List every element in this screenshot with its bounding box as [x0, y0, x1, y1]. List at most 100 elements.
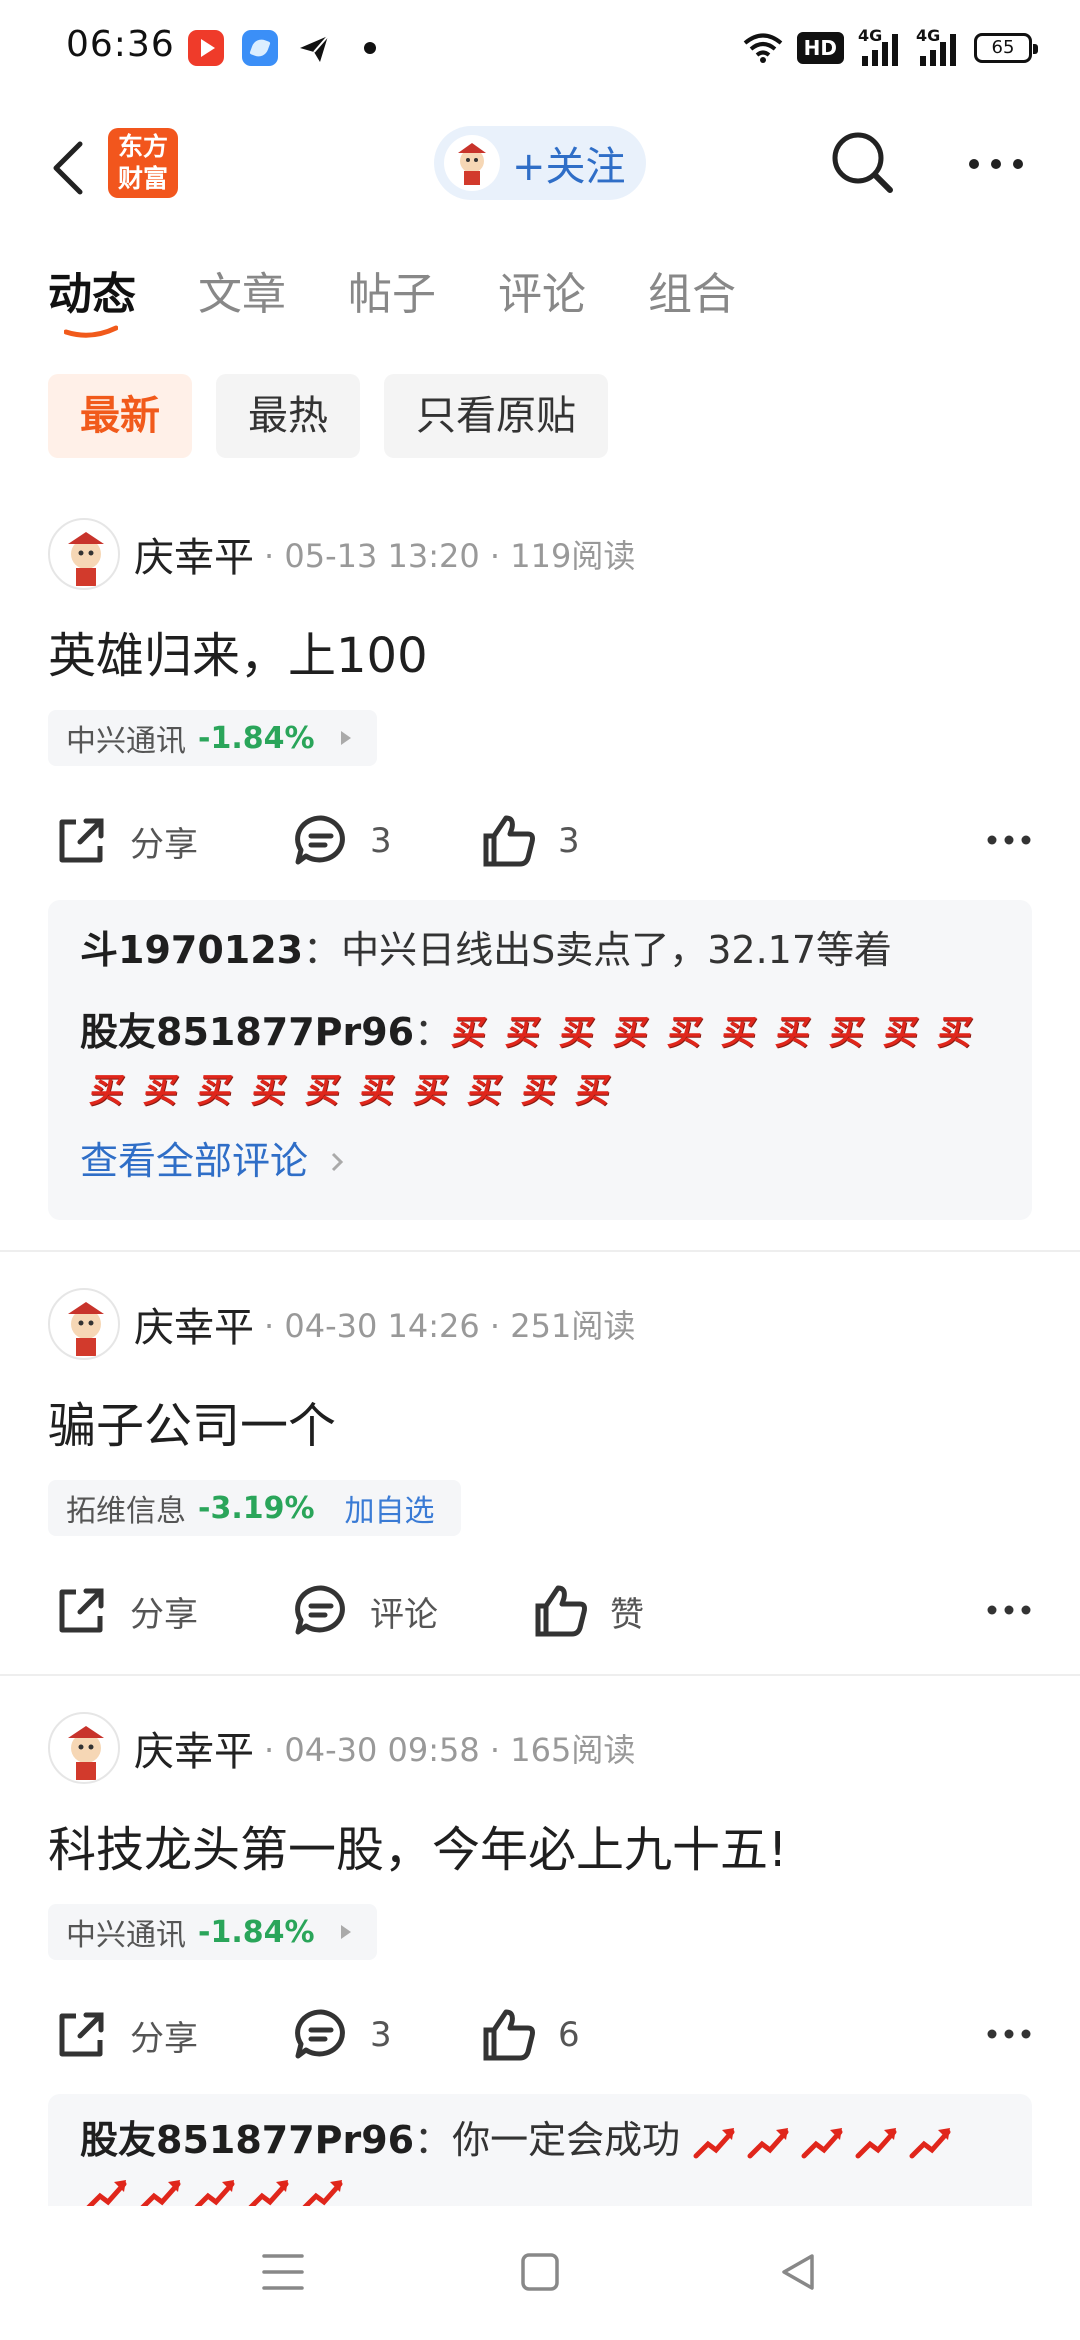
post-meta: · 04-30 14:26 · 251阅读	[264, 1307, 636, 1345]
post-card[interactable]: 庆幸平 · 05-13 13:20 · 119阅读 英雄归来，上100 中兴通讯…	[0, 518, 1080, 1250]
divider	[0, 1250, 1080, 1252]
tab-underline	[64, 325, 118, 338]
post-text[interactable]: 骗子公司一个	[48, 1386, 336, 1456]
tab-dynamic[interactable]: 动态	[48, 258, 136, 338]
like-button[interactable]: 6	[480, 2000, 580, 2070]
avatar	[444, 135, 500, 191]
menu-icon[interactable]	[262, 2250, 304, 2294]
comment-user[interactable]: 股友851877Pr96	[80, 2118, 414, 2162]
buy-sticker-icon: 买	[557, 1013, 597, 1053]
comment-preview[interactable]: 股友851877Pr96：你一定会成功	[48, 2094, 1032, 2206]
share-button[interactable]: 分享	[52, 1576, 198, 1646]
post-card[interactable]: 庆幸平 · 04-30 14:26 · 251阅读 骗子公司一个 拓维信息 -3…	[0, 1288, 1080, 1668]
stock-change: -1.84%	[198, 720, 315, 756]
avatar[interactable]	[48, 1712, 120, 1784]
paper-plane-icon	[296, 30, 332, 66]
share-button[interactable]: 分享	[52, 2000, 198, 2070]
like-button[interactable]: 赞	[532, 1576, 644, 1646]
buy-sticker-icon: 买	[503, 1013, 543, 1053]
comment-preview[interactable]: 斗1970123：中兴日线出S卖点了，32.17等着 股友851877Pr96：…	[48, 900, 1032, 1220]
chevron-right-icon	[340, 1925, 351, 1939]
emoji-row: 买买买买买买买买买买	[84, 1068, 616, 1114]
comment-button[interactable]: 3	[292, 2000, 392, 2070]
stock-name: 中兴通讯	[66, 724, 186, 759]
author-name[interactable]: 庆幸平	[134, 1719, 254, 1777]
like-icon	[535, 1585, 587, 1637]
back-triangle-icon[interactable]	[778, 2250, 818, 2294]
wifi-icon	[743, 33, 782, 63]
comment-2: 股友851877Pr96：	[80, 1004, 452, 1060]
filter-latest[interactable]: 最新	[48, 374, 192, 458]
post-actions: 分享 评论 赞	[0, 1576, 1080, 1646]
comment-button[interactable]: 评论	[292, 1576, 438, 1646]
share-icon	[59, 818, 104, 863]
buy-sticker-icon: 买	[141, 1071, 181, 1111]
status-bar: 06:36 HD 4G 4G 65	[0, 0, 1080, 100]
back-icon[interactable]	[46, 140, 92, 196]
buy-sticker-icon: 买	[465, 1071, 505, 1111]
share-icon	[59, 2012, 104, 2057]
follow-button[interactable]: +关注	[434, 126, 646, 200]
buy-sticker-icon: 买	[411, 1071, 451, 1111]
comment-user[interactable]: 斗1970123	[80, 928, 303, 972]
comment-user[interactable]: 股友851877Pr96	[80, 1010, 414, 1054]
comment-icon	[295, 1585, 345, 1635]
tab-bar: 动态 文章 帖子 评论 组合	[48, 258, 736, 338]
buy-sticker-icon: 买	[87, 1071, 127, 1111]
trend-up-icon	[140, 2180, 181, 2206]
add-watchlist-button[interactable]: 加自选	[345, 1486, 435, 1530]
emoji-row	[84, 2174, 346, 2206]
more-icon[interactable]	[986, 2028, 1032, 2040]
filter-original-only[interactable]: 只看原贴	[384, 374, 608, 458]
stock-tag[interactable]: 中兴通讯 -1.84%	[48, 710, 377, 766]
filter-chips: 最新 最热 只看原贴	[48, 374, 608, 458]
more-icon[interactable]	[986, 1604, 1032, 1616]
share-button[interactable]: 分享	[52, 806, 198, 876]
post-card[interactable]: 庆幸平 · 04-30 09:58 · 165阅读 科技龙头第一股，今年必上九十…	[0, 1712, 1080, 2206]
like-button[interactable]: 3	[480, 806, 580, 876]
more-icon[interactable]	[966, 156, 1026, 172]
filter-hottest[interactable]: 最热	[216, 374, 360, 458]
buy-sticker-icon: 买	[357, 1071, 397, 1111]
tab-comments[interactable]: 评论	[498, 258, 586, 338]
author-name[interactable]: 庆幸平	[134, 525, 254, 583]
avatar[interactable]	[48, 518, 120, 590]
system-nav-bar	[0, 2206, 1080, 2340]
tab-articles[interactable]: 文章	[198, 258, 286, 338]
tab-posts[interactable]: 帖子	[348, 258, 436, 338]
buy-sticker-icon: 买	[303, 1071, 343, 1111]
battery-icon: 65	[974, 33, 1038, 63]
stock-tag[interactable]: 中兴通讯 -1.84%	[48, 1904, 377, 1960]
post-text[interactable]: 科技龙头第一股，今年必上九十五!	[48, 1810, 787, 1880]
see-all-comments-link[interactable]: 查看全部评论	[80, 1130, 344, 1185]
trend-up-icon	[747, 2128, 789, 2159]
divider	[0, 1674, 1080, 1676]
signal-icon: 4G	[858, 26, 902, 66]
trend-up-icon	[693, 2128, 735, 2159]
hd-badge: HD	[796, 32, 844, 64]
buy-sticker-icon: 买	[773, 1013, 813, 1053]
stock-tag[interactable]: 拓维信息 -3.19% 加自选	[48, 1480, 461, 1536]
comment-icon	[295, 815, 345, 865]
trend-up-icon	[194, 2180, 235, 2206]
home-icon[interactable]	[520, 2250, 560, 2294]
buy-sticker-icon: 买	[935, 1013, 975, 1053]
video-app-icon	[188, 30, 224, 66]
tab-portfolio[interactable]: 组合	[648, 258, 736, 338]
stock-change: -1.84%	[198, 1914, 315, 1950]
comment-button[interactable]: 3	[292, 806, 392, 876]
app-logo[interactable]: 东方 财富	[108, 128, 178, 198]
author-name[interactable]: 庆幸平	[134, 1295, 254, 1353]
buy-sticker-icon: 买	[611, 1013, 651, 1053]
buy-sticker-icon: 买	[719, 1013, 759, 1053]
stock-name: 中兴通讯	[66, 1918, 186, 1953]
post-actions: 分享 3 3	[0, 806, 1080, 876]
buy-sticker-icon: 买	[449, 1013, 489, 1053]
buy-sticker-icon: 买	[195, 1071, 235, 1111]
post-text[interactable]: 英雄归来，上100	[48, 616, 428, 686]
more-icon[interactable]	[986, 834, 1032, 846]
avatar[interactable]	[48, 1288, 120, 1360]
comment-1: 斗1970123：中兴日线出S卖点了，32.17等着	[80, 922, 892, 978]
search-icon[interactable]	[828, 128, 898, 198]
trend-up-icon	[86, 2180, 127, 2206]
